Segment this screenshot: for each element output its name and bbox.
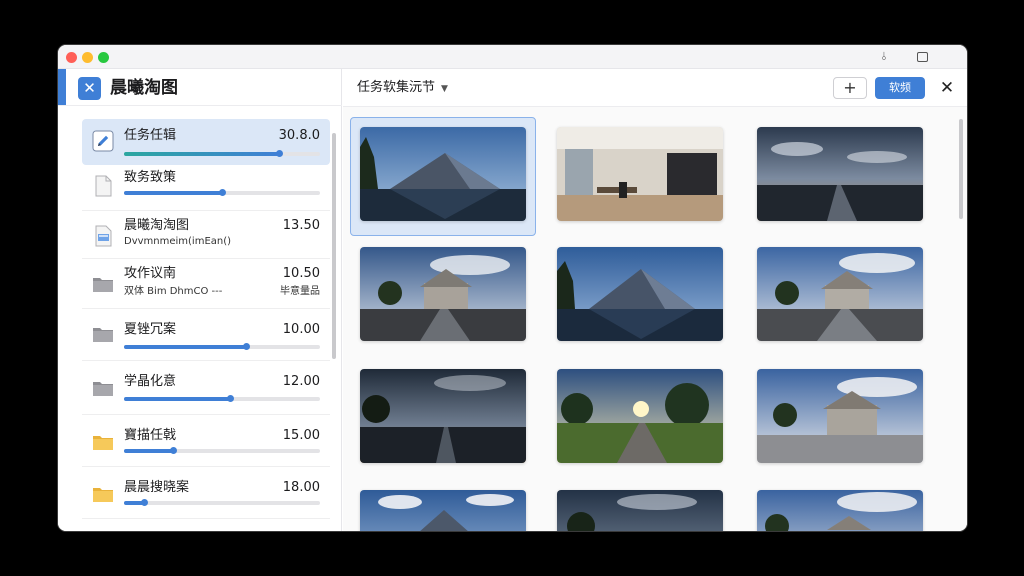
close-icon[interactable]: ✕ xyxy=(937,77,957,99)
sidebar-item-value: 12.00 xyxy=(282,374,320,389)
sidebar-item-label: 任务任辑 xyxy=(124,128,177,143)
image-thumbnail[interactable] xyxy=(757,127,923,221)
progress-fill xyxy=(124,345,246,349)
image-thumbnail[interactable] xyxy=(757,369,923,463)
sidebar-item-value: 30.8.0 xyxy=(278,128,320,143)
main-header: 任务软集沅节 ▼ + 软频 ✕ xyxy=(343,69,967,107)
progress-bar xyxy=(124,447,320,454)
sidebar-item-subtitle-right: 毕意量品 xyxy=(280,286,320,297)
folder-gray-icon xyxy=(92,377,114,399)
app-window: ⫰ ✕ 晨曦淘图 任务任辑 30.8.0 致务致策 晨曦淘淘图 13.50 Dv… xyxy=(58,45,967,531)
sidebar-item-value: 10.50 xyxy=(282,266,320,281)
sidebar-item-subtitle: Dvvmnmeim(imEan() xyxy=(124,236,232,247)
sidebar-item-value: 10.00 xyxy=(282,322,320,337)
sidebar-item-0[interactable]: 任务任辑 30.8.0 xyxy=(82,119,330,165)
primary-button[interactable]: 软频 xyxy=(875,77,925,99)
image-thumbnail[interactable] xyxy=(557,247,723,341)
sidebar-item-6[interactable]: 寶描任戟 15.00 xyxy=(82,415,330,467)
folder-gray-icon xyxy=(92,273,114,295)
sidebar-title: 晨曦淘图 xyxy=(110,78,178,98)
progress-bar xyxy=(124,499,320,506)
progress-bar xyxy=(124,189,320,196)
progress-knob[interactable] xyxy=(219,189,226,196)
sidebar-item-label: 夏锉冗案 xyxy=(124,322,177,337)
progress-bar xyxy=(124,343,320,350)
progress-fill xyxy=(124,191,222,195)
document-icon xyxy=(92,175,114,197)
image-thumbnail[interactable] xyxy=(757,247,923,341)
sidebar-item-1[interactable]: 致务致策 xyxy=(82,165,330,211)
chevron-down-icon: ▼ xyxy=(441,84,448,94)
image-thumbnail[interactable] xyxy=(360,490,526,531)
progress-fill xyxy=(124,152,279,156)
sidebar-item-label: 寶描任戟 xyxy=(124,428,177,443)
sidebar-item-label: 晨晨搜晓案 xyxy=(124,480,190,495)
zoom-window-button[interactable] xyxy=(98,52,109,63)
sidebar-item-value: 18.00 xyxy=(282,480,320,495)
sidebar-item-label: 致务致策 xyxy=(124,170,177,185)
image-thumbnail[interactable] xyxy=(757,490,923,531)
main-panel: 任务软集沅节 ▼ + 软频 ✕ xyxy=(343,69,967,531)
progress-knob[interactable] xyxy=(140,499,148,506)
sidebar-close-icon[interactable]: ✕ xyxy=(78,77,101,100)
sidebar-item-4[interactable]: 夏锉冗案 10.00 xyxy=(82,309,330,361)
image-thumbnail[interactable] xyxy=(360,247,526,341)
progress-bar xyxy=(124,395,320,402)
progress-knob[interactable] xyxy=(242,343,250,350)
sidebar-item-value: 13.50 xyxy=(282,218,320,233)
sidebar-divider xyxy=(58,105,342,106)
sidebar-scrollbar[interactable] xyxy=(332,133,336,359)
folder-yellow-icon xyxy=(92,431,114,453)
progress-bar xyxy=(124,150,320,157)
sidebar-item-value: 15.00 xyxy=(282,428,320,443)
sidebar-item-partial[interactable] xyxy=(82,519,330,531)
add-button[interactable]: + xyxy=(833,77,867,99)
sidebar-accent-bar xyxy=(58,69,66,105)
title-bar: ⫰ xyxy=(58,45,967,69)
folder-gray-icon xyxy=(92,323,114,345)
folder-yellow-icon xyxy=(92,529,114,531)
image-grid xyxy=(343,107,957,531)
edit-icon xyxy=(92,130,114,152)
progress-knob[interactable] xyxy=(275,150,283,157)
sidebar-item-7[interactable]: 晨晨搜晓案 18.00 xyxy=(82,467,330,519)
folder-yellow-icon xyxy=(92,483,114,505)
breadcrumb-label: 任务软集沅节 xyxy=(357,80,436,95)
image-thumbnail[interactable] xyxy=(557,127,723,221)
sidebar-item-3[interactable]: 攻作议南 10.50 双体 Bim DhmCO --- 毕意量品 xyxy=(82,259,330,309)
image-thumbnail[interactable] xyxy=(557,490,723,531)
sidebar-item-label: 晨曦淘淘图 xyxy=(124,218,190,233)
image-thumbnail[interactable] xyxy=(360,369,526,463)
sidebar-item-subtitle: 双体 Bim DhmCO --- xyxy=(124,286,223,297)
progress-knob[interactable] xyxy=(170,447,177,454)
minimize-window-button[interactable] xyxy=(82,52,93,63)
sidebar-item-label: 攻作议南 xyxy=(124,266,177,281)
maximize-icon[interactable] xyxy=(914,49,930,65)
main-scrollbar[interactable] xyxy=(959,119,963,219)
pin-icon[interactable]: ⫰ xyxy=(876,49,892,65)
progress-fill xyxy=(124,449,173,453)
image-thumbnail[interactable] xyxy=(360,127,526,221)
sidebar-item-2[interactable]: 晨曦淘淘图 13.50 Dvvmnmeim(imEan() xyxy=(82,211,330,259)
sidebar-item-label: 学晶化意 xyxy=(124,374,177,389)
progress-fill xyxy=(124,397,230,401)
breadcrumb-dropdown[interactable]: 任务软集沅节 ▼ xyxy=(357,79,448,98)
sidebar-list: 任务任辑 30.8.0 致务致策 晨曦淘淘图 13.50 Dvvmnmeim(i xyxy=(82,119,330,531)
close-window-button[interactable] xyxy=(66,52,77,63)
sidebar-item-5[interactable]: 学晶化意 12.00 xyxy=(82,361,330,415)
sidebar: ✕ 晨曦淘图 任务任辑 30.8.0 致务致策 晨曦淘淘图 13.50 Dvvm… xyxy=(58,69,342,531)
image-thumbnail[interactable] xyxy=(557,369,723,463)
progress-knob[interactable] xyxy=(226,395,234,402)
file-image-icon xyxy=(92,225,114,247)
